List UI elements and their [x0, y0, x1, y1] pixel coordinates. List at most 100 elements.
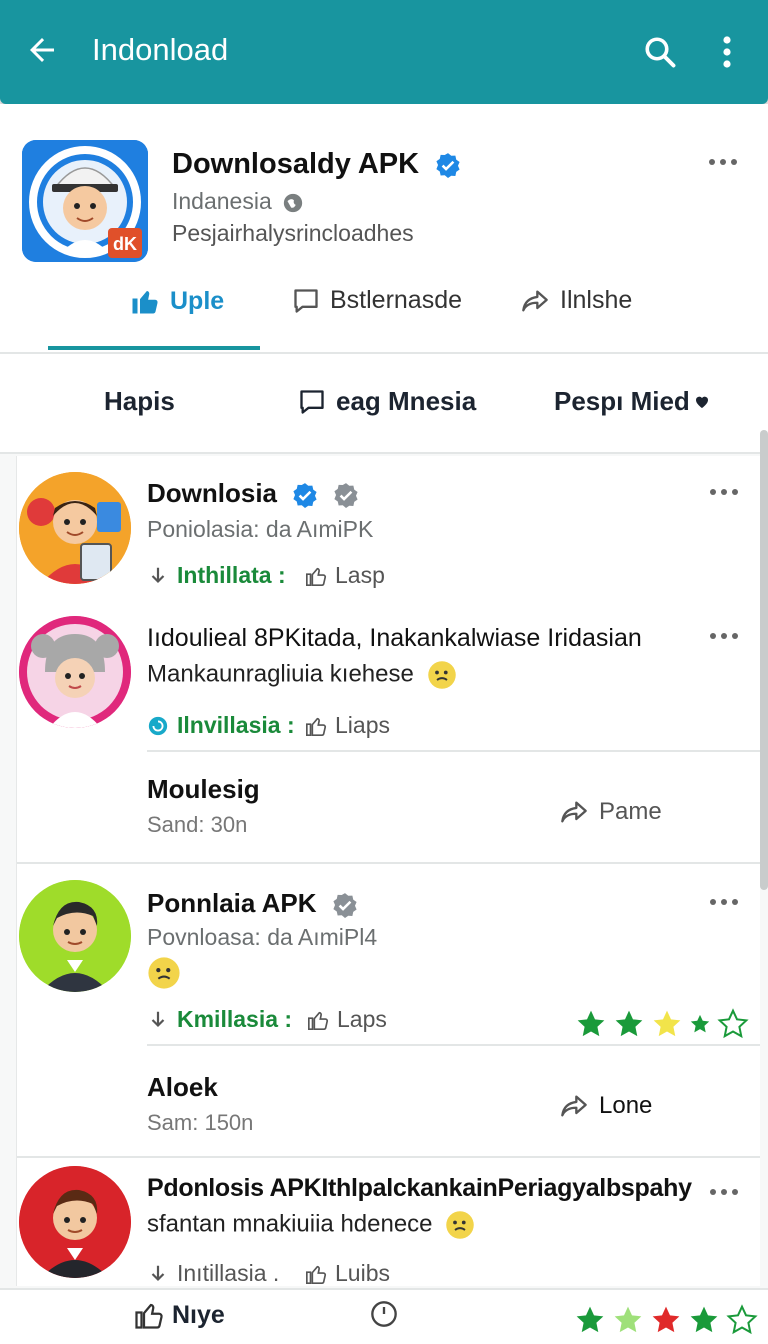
more-horizontal-icon[interactable]: [709, 894, 739, 910]
heart-icon: [694, 394, 710, 410]
reply-title: Aloek: [147, 1072, 218, 1102]
post-author-text: Ponnlaia APK: [147, 888, 317, 918]
install-button[interactable]: Ilnvillasia :: [147, 712, 295, 739]
verified-badge-icon: [292, 482, 318, 509]
active-tab-indicator: [48, 346, 260, 350]
emoji-icon: [445, 1210, 475, 1240]
globe-icon: [282, 192, 304, 214]
badge-icon: [332, 892, 358, 919]
reply-title: Moulesig: [147, 774, 260, 804]
install-button[interactable]: Inthillata :: [147, 562, 286, 589]
download-arrow-icon: [147, 565, 169, 587]
thumbs-up-outline-icon: [305, 1263, 327, 1285]
install-label: Ilnvillasia :: [177, 712, 295, 738]
post-author: Downlosia: [147, 478, 359, 509]
like-label: Luibs: [335, 1260, 390, 1286]
more-vertical-icon[interactable]: [712, 34, 742, 70]
post-text: Mankaunragliuia kıehese: [147, 660, 457, 690]
more-horizontal-icon[interactable]: [709, 1184, 739, 1200]
bottom-like-button[interactable]: Nıye: [134, 1300, 225, 1330]
more-horizontal-icon[interactable]: [709, 628, 739, 644]
filter-hapis[interactable]: Hapis: [104, 386, 175, 417]
share-icon: [559, 798, 589, 826]
download-arrow-icon: [147, 1263, 169, 1285]
share-icon: [559, 1092, 589, 1120]
badge-icon: [333, 482, 359, 509]
like-button[interactable]: Liaps: [305, 712, 390, 739]
scrollbar[interactable]: [760, 430, 768, 890]
post-title: Pdonlosis APKIthlpalckankainPeriagyalbsp…: [147, 1174, 692, 1202]
post-author-text: Downlosia: [147, 478, 278, 508]
share-button[interactable]: Lone: [559, 1092, 652, 1120]
star-filled-icon: [614, 1306, 642, 1333]
filter-eag-mnesia[interactable]: eag Mnesia: [298, 386, 476, 417]
filter-bar: Hapis eag Mnesia Pespı Mied: [0, 354, 768, 454]
app-icon: dK: [22, 140, 148, 262]
app-name-text: Downlosaldy APK: [172, 148, 420, 180]
post-author: Ponnlaia APK: [147, 888, 358, 919]
download-arrow-icon: [147, 1009, 169, 1031]
filter-hapis-label: Hapis: [104, 386, 175, 416]
avatar: [19, 880, 131, 992]
tab-uple[interactable]: Uple: [130, 286, 224, 316]
divider: [147, 1044, 760, 1046]
like-label: Liaps: [335, 712, 390, 738]
star-filled-icon: [577, 1010, 605, 1037]
star-filled-icon: [576, 1306, 604, 1333]
verified-badge-icon: [435, 152, 461, 179]
back-arrow-icon[interactable]: [24, 32, 60, 68]
tab-bstlernasde[interactable]: Bstlernasde: [292, 286, 462, 315]
bottom-like-label: Nıye: [172, 1300, 225, 1329]
emoji-icon: [147, 956, 181, 990]
star-small-icon: [690, 1014, 710, 1033]
filter-eag-mnesia-label: eag Mnesia: [336, 386, 477, 416]
post-text-content: Mankaunragliuia kıehese: [147, 660, 414, 688]
thumbs-up-outline-icon: [134, 1300, 164, 1330]
install-button[interactable]: Kmillasia :: [147, 1006, 292, 1033]
svg-text:dK: dK: [113, 234, 137, 254]
divider: [147, 750, 760, 752]
share-label: Pame: [599, 798, 662, 825]
share-button[interactable]: Pame: [559, 798, 662, 826]
search-icon[interactable]: [642, 34, 678, 70]
post-title: Iıdoulieal 8PKitada, Inakankalwiase Irid…: [147, 624, 642, 652]
reply-meta: Sam: 150n: [147, 1110, 254, 1135]
tab-uple-label: Uple: [170, 286, 225, 315]
tab-bstlernasde-label: Bstlernasde: [330, 286, 463, 314]
more-horizontal-icon[interactable]: [709, 484, 739, 500]
install-label: Inthillata :: [177, 562, 286, 588]
post-text: sfantan mnakiuiia hdenece: [147, 1210, 475, 1240]
refresh-icon: [147, 715, 169, 737]
comment-icon: [298, 388, 326, 416]
thumbs-up-icon: [130, 286, 160, 316]
install-button[interactable]: Inıtillasia .: [147, 1260, 279, 1286]
share-label: Lone: [599, 1092, 653, 1119]
like-label: Laps: [337, 1006, 387, 1032]
tab-ilnlshe[interactable]: Ilnlshe: [520, 286, 632, 315]
like-button[interactable]: Laps: [307, 1006, 387, 1033]
star-outline-icon: [717, 1008, 749, 1039]
like-button[interactable]: Luibs: [305, 1260, 390, 1286]
divider: [17, 1156, 760, 1158]
app-country: Indanesia: [172, 188, 304, 215]
like-button[interactable]: Lasp: [305, 562, 385, 589]
filter-pespi-mied[interactable]: Pespı Mied: [554, 386, 710, 417]
avatar: [19, 1166, 131, 1278]
post-text-content: sfantan mnakiuiia hdenece: [147, 1210, 433, 1238]
filter-pespi-mied-label: Pespı Mied: [554, 386, 690, 416]
star-filled-icon: [652, 1306, 680, 1333]
post-subtitle: Povnloasa: da AımiPl4: [147, 924, 378, 950]
tab-ilnlshe-label: Ilnlshe: [560, 286, 633, 314]
star-outline-icon: [726, 1304, 758, 1335]
avatar: [19, 616, 131, 728]
avatar: [19, 472, 131, 584]
app-country-text: Indanesia: [172, 188, 272, 214]
star-mixed-icon: [690, 1306, 718, 1333]
divider: [17, 862, 760, 864]
emoji-icon: [427, 660, 457, 690]
install-label: Inıtillasia .: [177, 1260, 280, 1286]
more-horizontal-icon[interactable]: [708, 154, 738, 170]
reply-meta: Sand: 30n: [147, 812, 248, 837]
clock-icon[interactable]: [370, 1300, 398, 1328]
app-name: Downlosaldy APK: [172, 148, 461, 181]
